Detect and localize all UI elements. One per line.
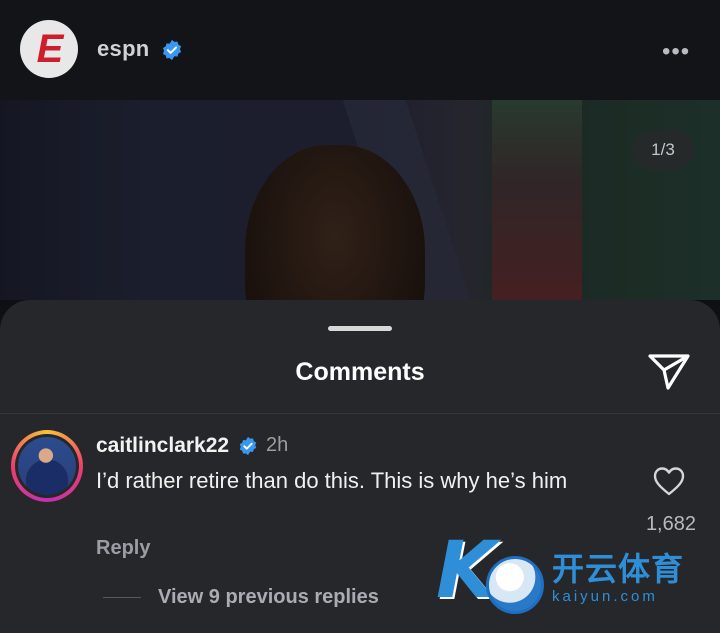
post-photo[interactable]: 1/3 (0, 100, 720, 300)
watermark-chinese: 开云体育 (552, 551, 685, 587)
watermark: K 开云体育 kaiyun.com (436, 530, 716, 630)
avatar-ring-gap (15, 434, 79, 498)
heart-icon[interactable] (652, 465, 686, 497)
verified-badge-icon (238, 436, 258, 456)
post-header: E espn ••• (0, 0, 720, 100)
photo-dim-overlay (0, 100, 720, 300)
comment-username[interactable]: caitlinclark22 (96, 434, 229, 458)
watermark-logo-icon: K (436, 526, 497, 616)
verified-badge-icon (161, 39, 183, 61)
soccer-ball-icon (486, 556, 544, 614)
comment-timestamp: 2h (266, 434, 289, 456)
espn-avatar[interactable]: E (20, 20, 78, 78)
more-horizontal-icon[interactable]: ••• (662, 38, 690, 66)
carousel-counter: 1/3 (632, 130, 694, 170)
replies-line (103, 597, 141, 598)
sheet-title: Comments (295, 358, 425, 386)
send-icon[interactable] (646, 352, 692, 392)
view-replies-button[interactable]: View 9 previous replies (158, 586, 379, 609)
commenter-avatar[interactable] (11, 430, 83, 502)
reply-button[interactable]: Reply (96, 537, 150, 560)
espn-logo-icon: E (36, 27, 64, 71)
account-name[interactable]: espn (97, 36, 150, 62)
sheet-divider (0, 413, 720, 414)
watermark-url: kaiyun.com (552, 588, 658, 605)
comment-text: I’d rather retire than do this. This is … (96, 468, 568, 493)
sheet-drag-handle[interactable] (328, 326, 392, 331)
avatar-photo (18, 437, 76, 495)
